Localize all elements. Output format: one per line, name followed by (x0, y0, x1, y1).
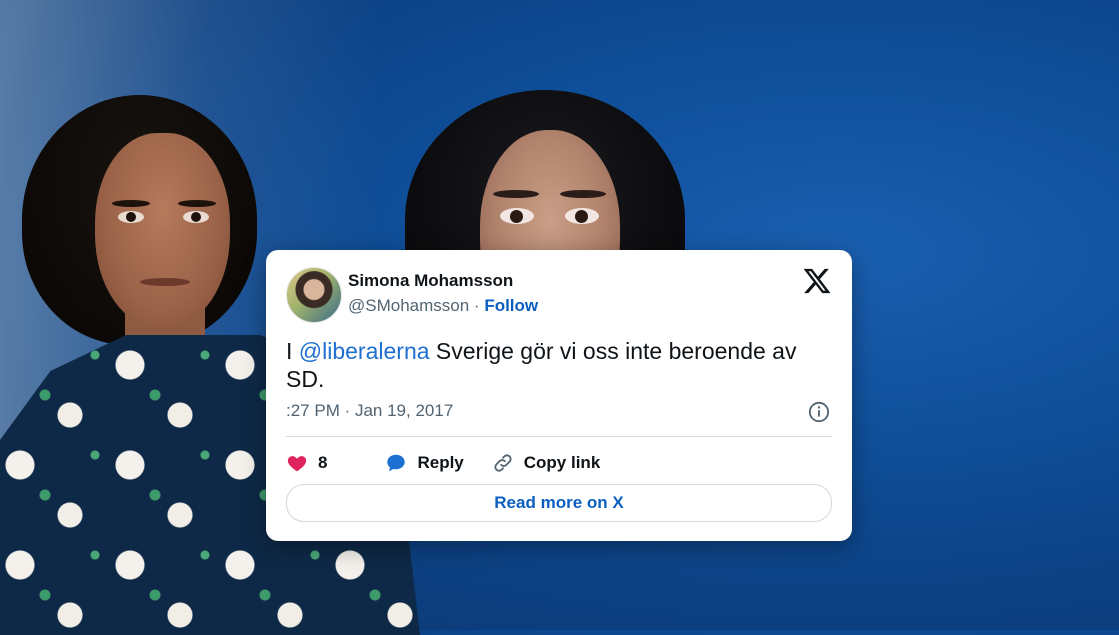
reply-label: Reply (417, 453, 464, 472)
link-icon (494, 454, 512, 472)
copy-link-label: Copy link (523, 453, 601, 472)
reply-bubble-icon (387, 454, 406, 472)
like-count: 8 (318, 453, 328, 472)
author-avatar[interactable] (286, 267, 342, 323)
tweet-timestamp[interactable]: :27 PM · Jan 19, 2017 (286, 401, 453, 421)
handle-separator: · (469, 296, 485, 315)
heart-icon (287, 456, 307, 472)
follow-button[interactable]: Follow (484, 296, 538, 315)
like-action[interactable]: 8 (286, 452, 357, 474)
info-icon[interactable] (808, 401, 830, 423)
tweet-card: Simona Mohamsson @SMohamsson · Follow I … (266, 250, 852, 541)
x-logo-icon[interactable] (802, 266, 832, 296)
tweet-text: I @liberalerna Sverige gör vi oss inte b… (286, 337, 826, 393)
author-handle[interactable]: @SMohamsson (348, 296, 469, 315)
mention-link[interactable]: @liberalerna (299, 338, 430, 364)
handle-row: @SMohamsson · Follow (348, 296, 538, 316)
tweet-actions: 8 Reply Copy link (286, 450, 628, 476)
read-more-button[interactable]: Read more on X (286, 484, 832, 522)
reply-action[interactable]: Reply (385, 452, 464, 474)
copy-link-action[interactable]: Copy link (492, 452, 601, 474)
divider (286, 436, 832, 437)
author-name[interactable]: Simona Mohamsson (348, 271, 513, 291)
woman-photo (395, 90, 695, 260)
tweet-text-prefix: I (286, 338, 299, 364)
